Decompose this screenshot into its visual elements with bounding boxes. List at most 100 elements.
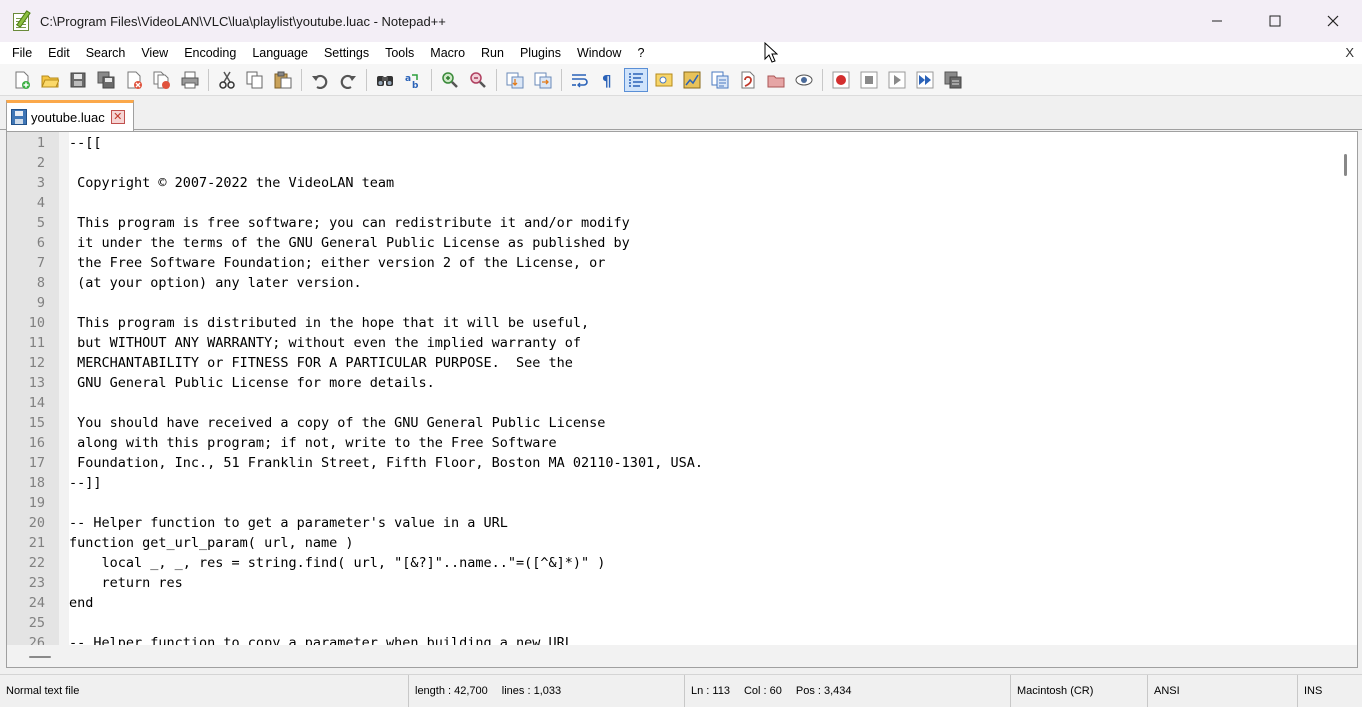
- save-all-button[interactable]: [95, 69, 117, 91]
- menu-window[interactable]: Window: [569, 42, 629, 64]
- code-line[interactable]: 25: [7, 613, 1335, 633]
- close-window-button[interactable]: [1304, 0, 1362, 42]
- cut-button[interactable]: [216, 69, 238, 91]
- sync-horizontal-scrolling-button[interactable]: [532, 69, 554, 91]
- stop-recording-macro-button[interactable]: [858, 69, 880, 91]
- code-line[interactable]: 6 it under the terms of the GNU General …: [7, 233, 1335, 253]
- code-line[interactable]: 13 GNU General Public License for more d…: [7, 373, 1335, 393]
- line-number: 8: [36, 275, 45, 291]
- playback-macro-button[interactable]: [886, 69, 908, 91]
- minimize-icon: [1212, 20, 1222, 22]
- tab-close-button[interactable]: ✕: [110, 110, 125, 124]
- position-text: Pos : 3,434: [795, 685, 852, 697]
- line-number: 22: [28, 555, 45, 571]
- zoom-out-button[interactable]: [467, 69, 489, 91]
- code-line[interactable]: 23 return res: [7, 573, 1335, 593]
- code-line[interactable]: 16 along with this program; if not, writ…: [7, 433, 1335, 453]
- code-line[interactable]: 21 function get_url_param( url, name ): [7, 533, 1335, 553]
- new-file-button[interactable]: [11, 69, 33, 91]
- tab-youtube-luac[interactable]: youtube.luac ✕: [6, 100, 134, 131]
- code-line[interactable]: 1 --[[: [7, 133, 1335, 153]
- code-line[interactable]: 15 You should have received a copy of th…: [7, 413, 1335, 433]
- code-text: return res: [69, 575, 183, 591]
- menu-file[interactable]: File: [4, 42, 40, 64]
- vertical-scroll-thumb[interactable]: [1344, 154, 1347, 176]
- code-area[interactable]: 1 --[[2 3 Copyright © 2007-2022 the VideoL…: [7, 132, 1335, 647]
- copy-button[interactable]: [244, 69, 266, 91]
- title-bar[interactable]: C:\Program Files\VideoLAN\VLC\lua\playli…: [0, 0, 1362, 42]
- menu-encoding[interactable]: Encoding: [176, 42, 244, 64]
- status-document-size: length : 42,700 lines : 1,033: [408, 675, 684, 707]
- open-file-button[interactable]: [39, 69, 61, 91]
- monitoring-button[interactable]: [793, 69, 815, 91]
- code-line[interactable]: 14: [7, 393, 1335, 413]
- save-button[interactable]: [67, 69, 89, 91]
- code-line[interactable]: 18 --]]: [7, 473, 1335, 493]
- status-eol-format[interactable]: Macintosh (CR): [1010, 675, 1147, 707]
- code-line[interactable]: 19: [7, 493, 1335, 513]
- menu-help[interactable]: ?: [629, 42, 652, 64]
- menu-tools[interactable]: Tools: [377, 42, 422, 64]
- menu-run[interactable]: Run: [473, 42, 512, 64]
- menu-settings[interactable]: Settings: [316, 42, 377, 64]
- status-bar: Normal text file length : 42,700 lines : …: [0, 674, 1362, 707]
- line-number: 25: [28, 615, 45, 631]
- horizontal-scrollbar[interactable]: [7, 645, 1337, 667]
- folder-as-workspace-button[interactable]: [737, 69, 759, 91]
- print-button[interactable]: [179, 69, 201, 91]
- function-list-button[interactable]: [709, 69, 731, 91]
- code-line[interactable]: 20 -- Helper function to get a parameter'…: [7, 513, 1335, 533]
- code-line[interactable]: 22 local _, _, res = string.find( url, "…: [7, 553, 1335, 573]
- redo-button[interactable]: [337, 69, 359, 91]
- code-line[interactable]: 5 This program is free software; you can…: [7, 213, 1335, 233]
- function-list-icon: [711, 71, 729, 88]
- code-line[interactable]: 3 Copyright © 2007-2022 the VideoLAN tea…: [7, 173, 1335, 193]
- paste-button[interactable]: [272, 69, 294, 91]
- find-button[interactable]: [374, 69, 396, 91]
- close-button[interactable]: [123, 69, 145, 91]
- vertical-scrollbar[interactable]: [1335, 132, 1357, 647]
- document-map-button[interactable]: [681, 69, 703, 91]
- replace-button[interactable]: ab: [402, 69, 424, 91]
- code-line[interactable]: 10 This program is distributed in the ho…: [7, 313, 1335, 333]
- minimize-button[interactable]: [1188, 0, 1246, 42]
- status-encoding[interactable]: ANSI: [1147, 675, 1297, 707]
- horizontal-scroll-thumb[interactable]: [29, 656, 51, 658]
- show-all-characters-button[interactable]: ¶: [597, 69, 619, 91]
- status-insert-mode[interactable]: INS: [1297, 675, 1362, 707]
- close-document-button[interactable]: X: [1345, 42, 1354, 64]
- code-line[interactable]: 17 Foundation, Inc., 51 Franklin Street,…: [7, 453, 1335, 473]
- undo-button[interactable]: [309, 69, 331, 91]
- save-recorded-macro-button[interactable]: [942, 69, 964, 91]
- menu-macro[interactable]: Macro: [422, 42, 473, 64]
- close-all-button[interactable]: [151, 69, 173, 91]
- project-panel-button[interactable]: [765, 69, 787, 91]
- line-number: 20: [28, 515, 45, 531]
- menu-view[interactable]: View: [133, 42, 176, 64]
- indent-guide-button[interactable]: [624, 67, 648, 92]
- editor[interactable]: 1 --[[2 3 Copyright © 2007-2022 the VideoL…: [6, 131, 1358, 668]
- sync-vertical-scrolling-button[interactable]: [504, 69, 526, 91]
- column-text: Col : 60: [743, 685, 782, 697]
- code-line[interactable]: 11 but WITHOUT ANY WARRANTY; without eve…: [7, 333, 1335, 353]
- toolbar-separator: [208, 68, 209, 91]
- start-recording-macro-button[interactable]: [830, 69, 852, 91]
- code-line[interactable]: 24 end: [7, 593, 1335, 613]
- word-wrap-button[interactable]: [569, 69, 591, 91]
- menu-language[interactable]: Language: [244, 42, 316, 64]
- user-defined-language-button[interactable]: [653, 69, 675, 91]
- code-line[interactable]: 2: [7, 153, 1335, 173]
- code-line[interactable]: 8 (at your option) any later version.: [7, 273, 1335, 293]
- fast-forward-icon: [916, 71, 934, 88]
- zoom-in-button[interactable]: [439, 69, 461, 91]
- run-macro-multiple-times-button[interactable]: [914, 69, 936, 91]
- maximize-button[interactable]: [1246, 0, 1304, 42]
- menu-edit[interactable]: Edit: [40, 42, 78, 64]
- code-line[interactable]: 4: [7, 193, 1335, 213]
- code-line[interactable]: 7 the Free Software Foundation; either v…: [7, 253, 1335, 273]
- code-line[interactable]: 12 MERCHANTABILITY or FITNESS FOR A PART…: [7, 353, 1335, 373]
- menu-search[interactable]: Search: [78, 42, 134, 64]
- code-line[interactable]: 9: [7, 293, 1335, 313]
- line-number: 23: [28, 575, 45, 591]
- menu-plugins[interactable]: Plugins: [512, 42, 569, 64]
